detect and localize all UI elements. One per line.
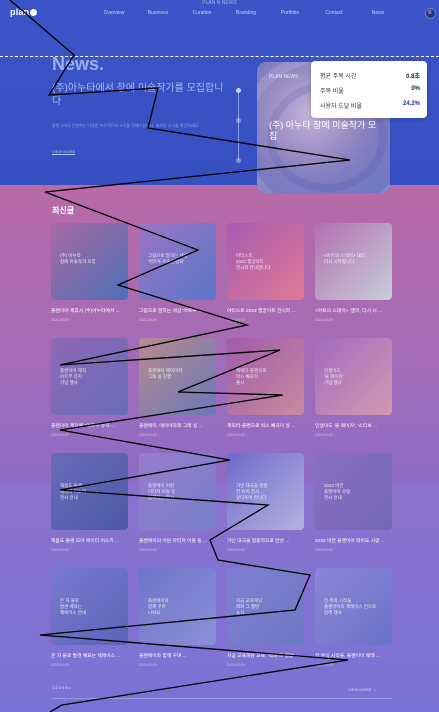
gaze-path-overlay <box>9 0 351 712</box>
gaze-path <box>9 0 351 712</box>
